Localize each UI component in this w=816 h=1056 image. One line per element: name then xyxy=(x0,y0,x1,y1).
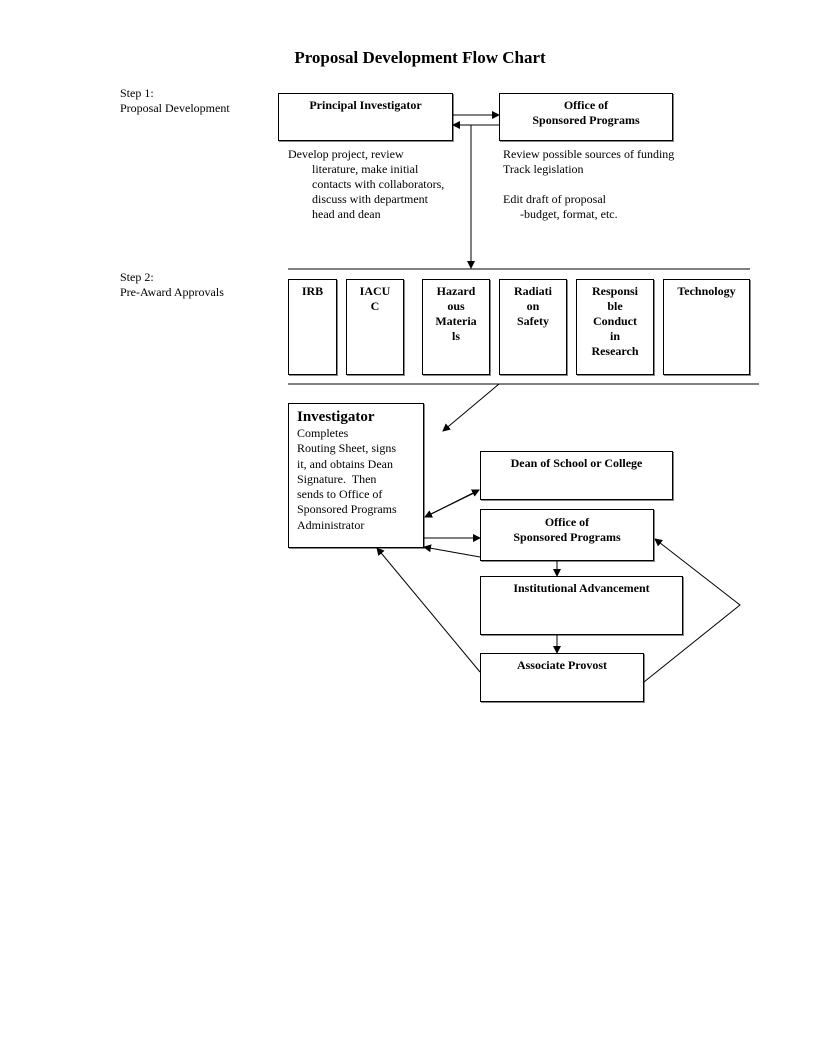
arrow-provost-to-investigator xyxy=(376,547,481,673)
arrow-provost-to-osp xyxy=(643,538,741,683)
connectors xyxy=(288,111,759,683)
arrow-osp-to-investigator xyxy=(423,544,481,558)
arrow-approvals-to-investigator xyxy=(442,383,500,432)
